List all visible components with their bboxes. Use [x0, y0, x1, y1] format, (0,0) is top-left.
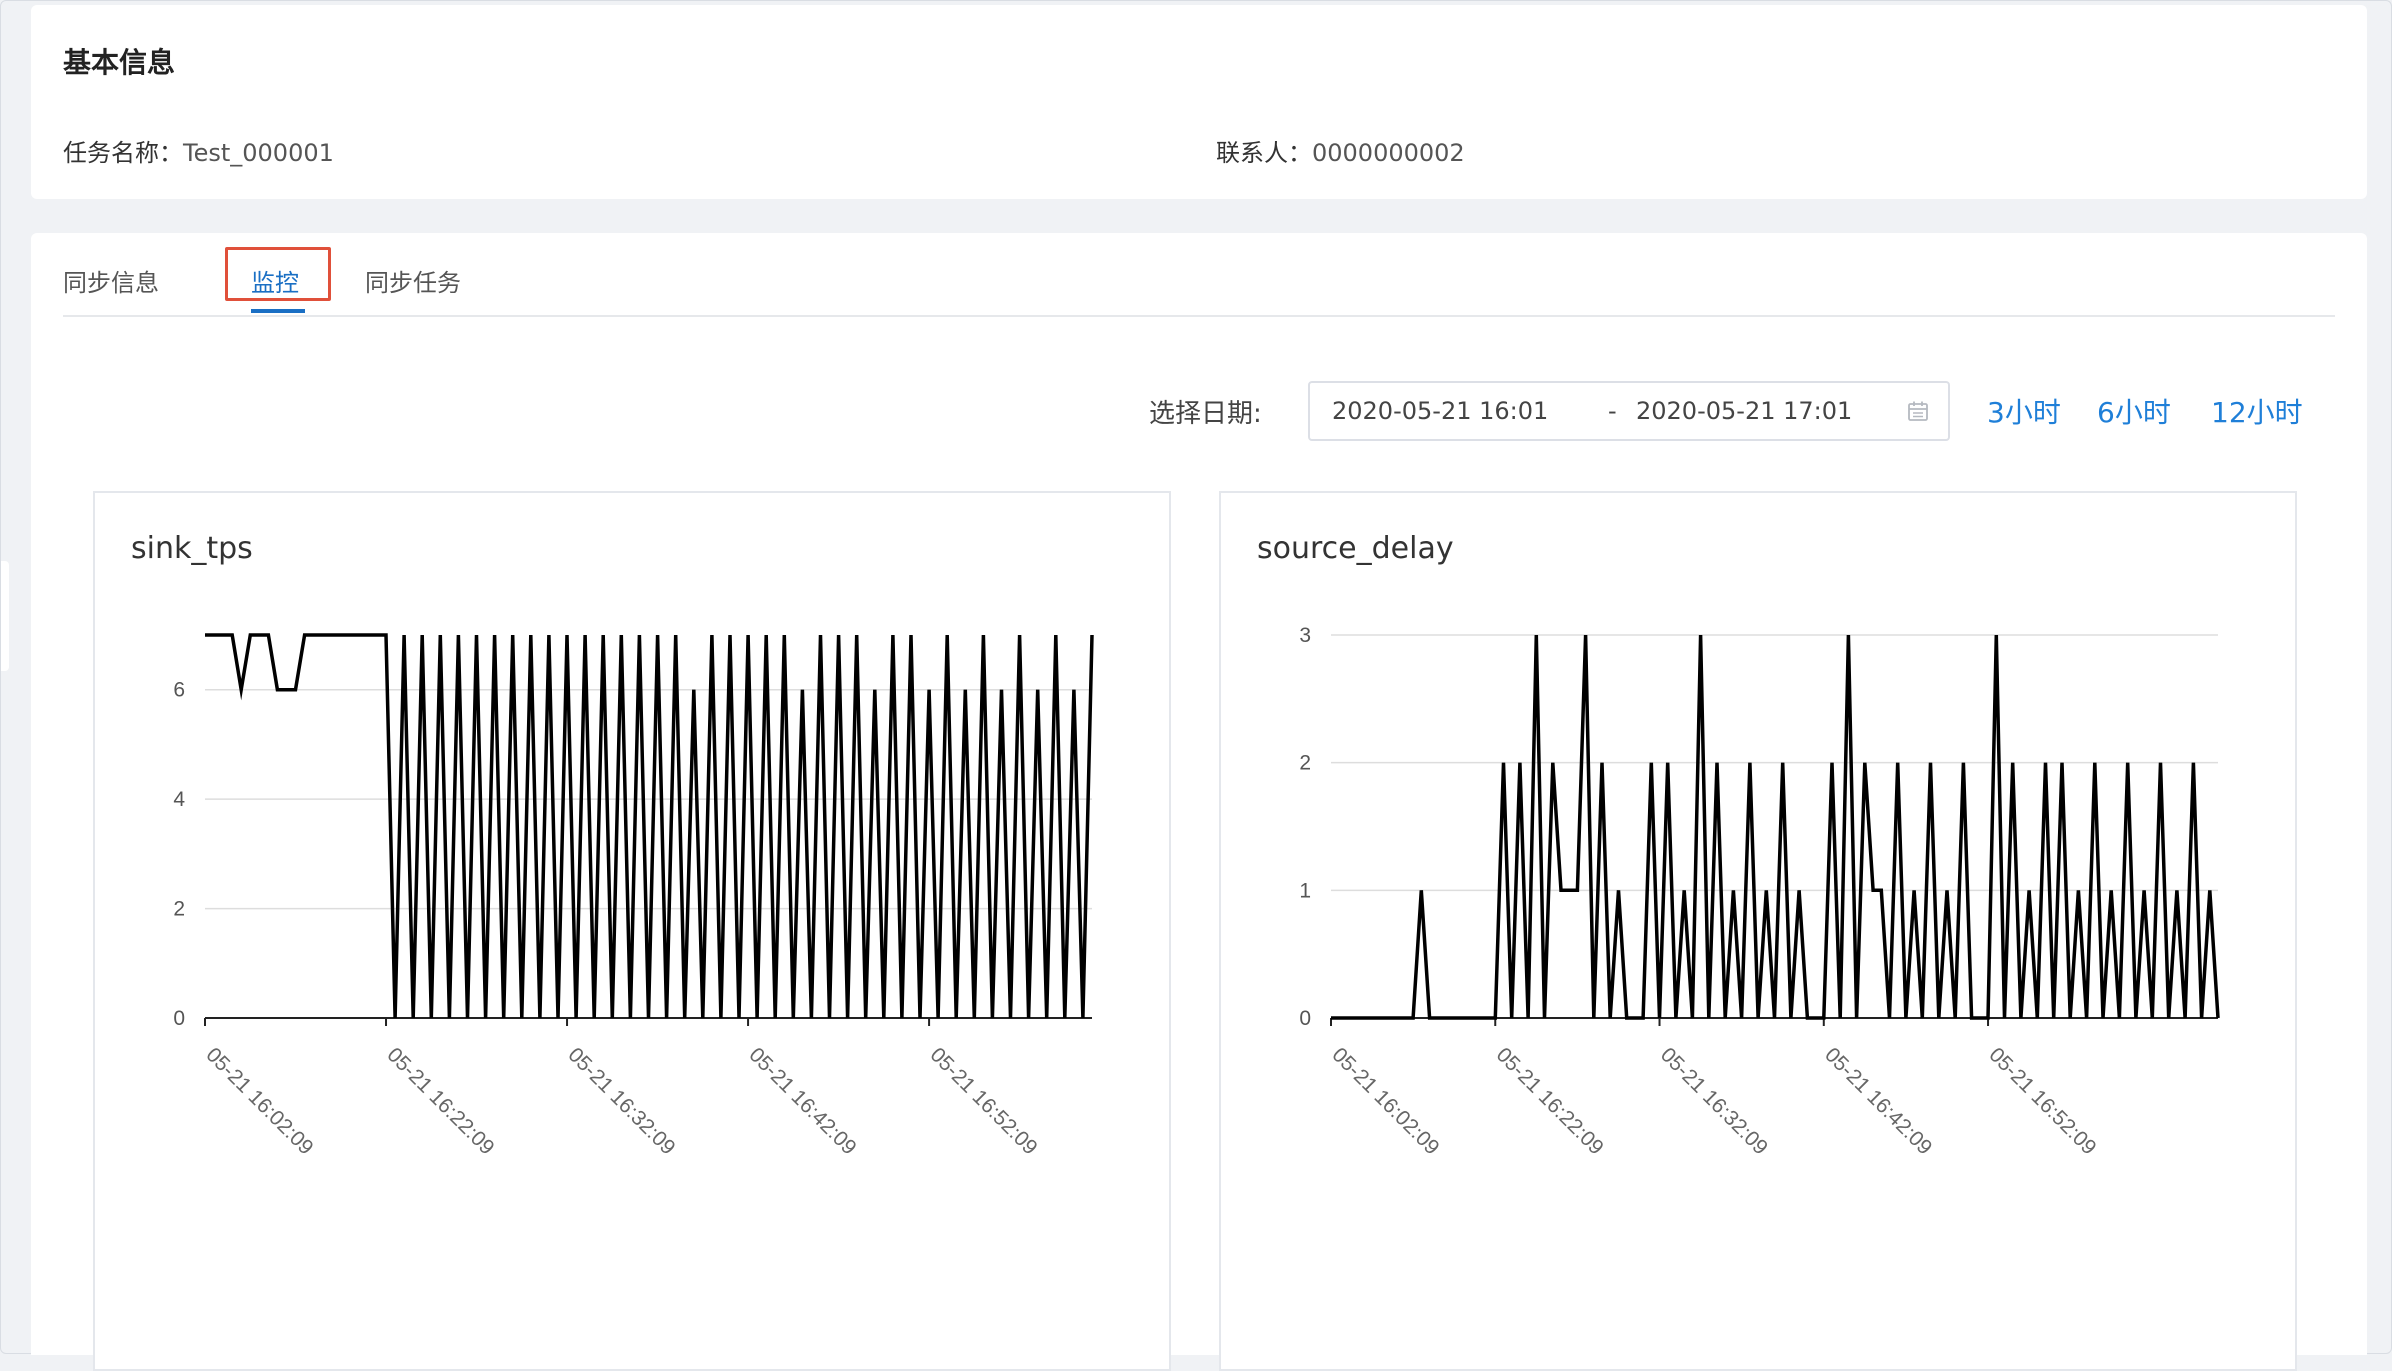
chart-card-sink-tps: sink_tps 024605-21 16:02:0905-21 16:22:0…: [93, 491, 1171, 1371]
y-tick-label: 6: [173, 679, 185, 702]
y-tick-label: 3: [1299, 624, 1311, 647]
contact-label: 联系人：: [1216, 139, 1312, 167]
x-tick-label: 05-21 16:52:09: [1985, 1043, 2101, 1159]
x-tick-label: 05-21 16:32:09: [564, 1043, 680, 1159]
chart-card-source-delay: source_delay 012305-21 16:02:0905-21 16:…: [1219, 491, 2297, 1371]
quick-range-12h[interactable]: 12小时: [2211, 391, 2303, 431]
x-tick-label: 05-21 16:02:09: [1327, 1043, 1443, 1159]
x-tick-label: 05-21 16:42:09: [1820, 1043, 1936, 1159]
y-tick-label: 0: [1299, 1007, 1311, 1030]
y-tick-label: 1: [1299, 879, 1311, 902]
y-tick-label: 2: [1299, 752, 1311, 775]
chart-source-delay: 0 1 2 3 05-21 16:02:09 05-21 16:22:09 05-21 16…: [1221, 493, 2295, 1369]
active-tab-indicator: [251, 309, 305, 313]
sidebar-collapse-handle[interactable]: [1, 561, 9, 671]
series-line: [205, 635, 1092, 1018]
date-range-separator: -: [1608, 397, 1617, 425]
y-tick-label: 4: [173, 788, 185, 811]
tab-sync-info[interactable]: 同步信息: [63, 263, 159, 298]
x-tick-label: 05-21 16:22:09: [382, 1043, 498, 1159]
series-line: [1331, 635, 2218, 1018]
contact-row: 联系人：0000000002: [1216, 133, 1465, 168]
basic-info-title: 基本信息: [63, 41, 175, 81]
x-tick-label: 05-21 16:32:09: [1656, 1043, 1772, 1159]
x-tick-label: 05-21 16:42:09: [745, 1043, 861, 1159]
quick-range-6h[interactable]: 6小时: [2097, 391, 2171, 431]
basic-info-card: 基本信息 任务名称：Test_000001 联系人：0000000002: [31, 5, 2367, 199]
y-tick-label: 0: [173, 1007, 185, 1030]
chart-sink-tps: 0 2 4 6 05-21 16:02:09 05-21 16:22:09 05-21 16…: [95, 493, 1169, 1369]
date-range-start[interactable]: 2020-05-21 16:01: [1332, 397, 1548, 425]
task-name-label: 任务名称：: [63, 139, 183, 167]
app-window: 基本信息 任务名称：Test_000001 联系人：0000000002 同步信…: [0, 0, 2392, 1354]
main-card: 同步信息 监控 同步任务 选择日期: 2020-05-21 16:01 - 20…: [31, 233, 2367, 1355]
task-name-row: 任务名称：Test_000001: [63, 133, 334, 168]
date-range-end[interactable]: 2020-05-21 17:01: [1636, 397, 1852, 425]
date-filter-label: 选择日期:: [1149, 393, 1262, 430]
date-range-picker[interactable]: 2020-05-21 16:01 - 2020-05-21 17:01: [1308, 381, 1950, 441]
task-name-value: Test_000001: [183, 139, 334, 167]
tab-highlight-box: [225, 247, 331, 301]
contact-value: 0000000002: [1312, 139, 1465, 167]
x-tick-label: 05-21 16:52:09: [926, 1043, 1042, 1159]
tab-bar: 同步信息 监控 同步任务: [63, 233, 2335, 317]
tab-sync-task[interactable]: 同步任务: [365, 263, 461, 298]
x-tick-label: 05-21 16:02:09: [201, 1043, 317, 1159]
calendar-icon[interactable]: [1906, 399, 1930, 423]
y-tick-label: 2: [173, 898, 185, 921]
quick-range-3h[interactable]: 3小时: [1987, 391, 2061, 431]
x-tick-label: 05-21 16:22:09: [1492, 1043, 1608, 1159]
